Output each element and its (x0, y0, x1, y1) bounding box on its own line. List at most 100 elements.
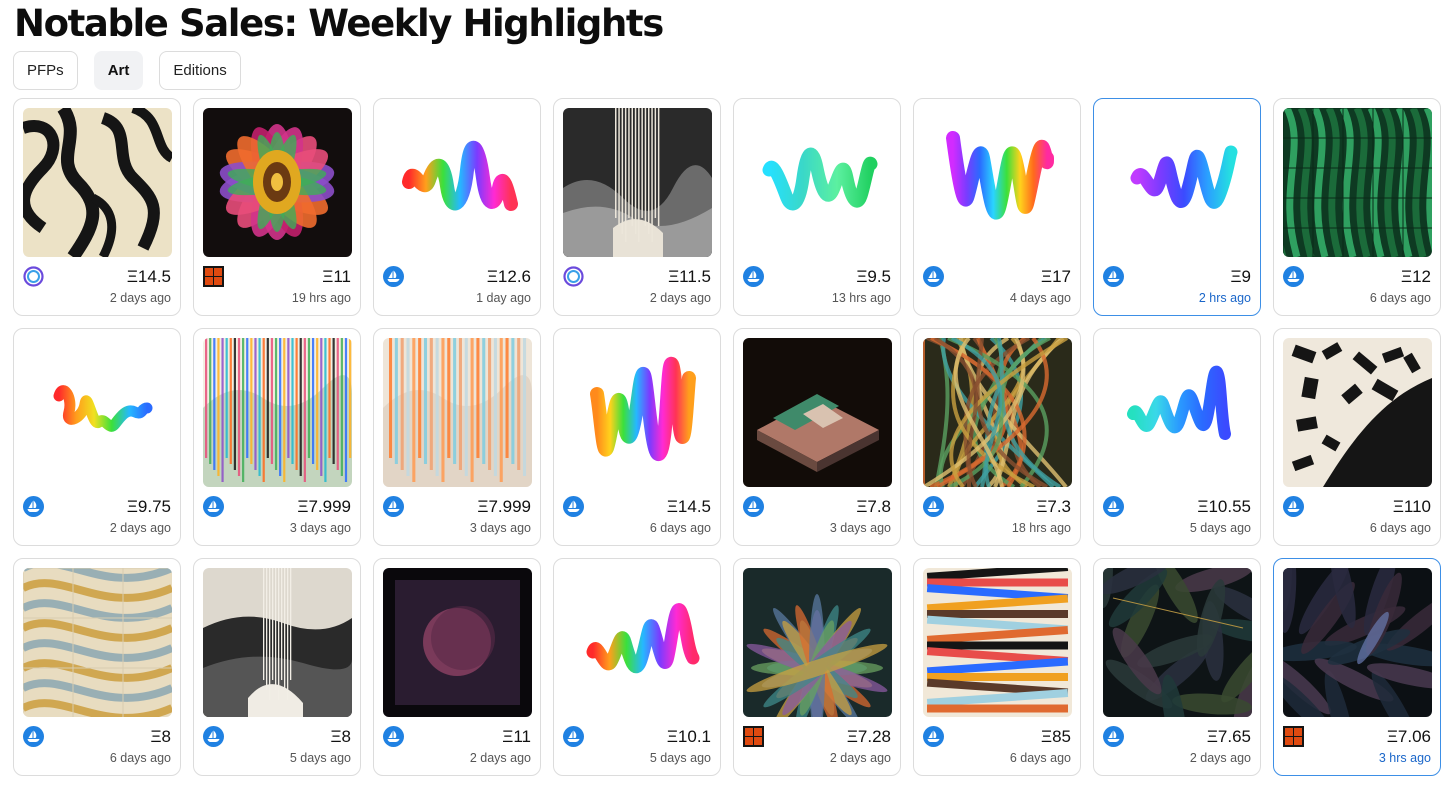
artwork-thumbnail[interactable] (563, 108, 712, 257)
sale-card[interactable]: Ξ9.5 13 hrs ago (733, 98, 901, 316)
sale-card[interactable]: Ξ7.999 3 days ago (193, 328, 361, 546)
blue-green-squiggle-image (1103, 338, 1252, 487)
sale-card[interactable]: Ξ10.1 5 days ago (553, 558, 721, 776)
artwork-thumbnail[interactable] (1103, 338, 1252, 487)
stacked-stripes-image (923, 568, 1072, 717)
artwork-thumbnail[interactable] (923, 108, 1072, 257)
tab-editions[interactable]: Editions (159, 51, 241, 90)
opensea-icon[interactable] (1103, 496, 1124, 517)
artwork-thumbnail[interactable] (383, 108, 532, 257)
artwork-thumbnail[interactable] (923, 338, 1072, 487)
opensea-icon[interactable] (23, 496, 44, 517)
pastel-vertical-lines-image (383, 338, 532, 487)
artwork-thumbnail[interactable] (563, 338, 712, 487)
fibrous-organic-image (923, 338, 1072, 487)
artwork-thumbnail[interactable] (203, 108, 352, 257)
opensea-icon[interactable] (563, 726, 584, 747)
sale-card[interactable]: Ξ14.5 6 days ago (553, 328, 721, 546)
artwork-thumbnail[interactable] (743, 338, 892, 487)
opensea-icon[interactable] (1283, 266, 1304, 287)
rainbow-squiggle-tall-image (923, 108, 1072, 257)
sale-card[interactable]: Ξ12.6 1 day ago (373, 98, 541, 316)
page-title: Notable Sales: Weekly Highlights (14, 2, 664, 45)
sale-price: Ξ9 (1230, 267, 1251, 286)
opensea-icon[interactable] (23, 726, 44, 747)
sale-card[interactable]: Ξ110 6 days ago (1273, 328, 1441, 546)
tab-art[interactable]: Art (93, 51, 144, 90)
sale-card[interactable]: Ξ7.06 3 hrs ago (1273, 558, 1441, 776)
opensea-icon[interactable] (383, 726, 404, 747)
opensea-icon[interactable] (743, 496, 764, 517)
opensea-icon[interactable] (203, 496, 224, 517)
artwork-thumbnail[interactable] (203, 568, 352, 717)
sale-card[interactable]: Ξ85 6 days ago (913, 558, 1081, 776)
opensea-icon[interactable] (1283, 496, 1304, 517)
sale-card[interactable]: Ξ7.65 2 days ago (1093, 558, 1261, 776)
artwork-thumbnail[interactable] (743, 108, 892, 257)
sale-price: Ξ14.5 (666, 497, 711, 516)
artwork-thumbnail[interactable] (383, 338, 532, 487)
sale-price: Ξ85 (1041, 727, 1071, 746)
opensea-icon[interactable] (923, 496, 944, 517)
sale-card[interactable]: Ξ7.3 18 hrs ago (913, 328, 1081, 546)
sale-price: Ξ11.5 (668, 267, 711, 286)
sale-card[interactable]: Ξ11 2 days ago (373, 558, 541, 776)
ring-icon[interactable] (23, 266, 44, 287)
opensea-icon[interactable] (383, 266, 404, 287)
sale-card[interactable]: Ξ10.55 5 days ago (1093, 328, 1261, 546)
sale-price: Ξ17 (1041, 267, 1071, 286)
sale-price: Ξ110 (1392, 497, 1431, 516)
opensea-icon[interactable] (563, 496, 584, 517)
sale-price: Ξ7.65 (1206, 727, 1251, 746)
artwork-thumbnail[interactable] (1103, 108, 1252, 257)
sale-card[interactable]: Ξ17 4 days ago (913, 98, 1081, 316)
opensea-icon[interactable] (1103, 726, 1124, 747)
opensea-icon[interactable] (1103, 266, 1124, 287)
sale-card[interactable]: Ξ7.28 2 days ago (733, 558, 901, 776)
isometric-terrain-image (743, 338, 892, 487)
orange-block-icon[interactable] (743, 726, 764, 747)
orange-block-icon[interactable] (1283, 726, 1304, 747)
artwork-thumbnail[interactable] (563, 568, 712, 717)
sale-card[interactable]: Ξ7.8 3 days ago (733, 328, 901, 546)
sale-price: Ξ14.5 (126, 267, 171, 286)
tropical-leaves-image (743, 568, 892, 717)
artwork-thumbnail[interactable] (23, 338, 172, 487)
sale-time: 5 days ago (1189, 521, 1251, 535)
rainbow-squiggle-3-image (563, 568, 712, 717)
artwork-thumbnail[interactable] (743, 568, 892, 717)
sale-price: Ξ11 (322, 267, 351, 286)
green-malachite-image (1283, 108, 1432, 257)
artwork-thumbnail[interactable] (203, 338, 352, 487)
sale-card[interactable]: Ξ8 6 days ago (13, 558, 181, 776)
sale-card[interactable]: Ξ14.5 2 days ago (13, 98, 181, 316)
sale-price: Ξ9.75 (126, 497, 171, 516)
artwork-thumbnail[interactable] (1103, 568, 1252, 717)
sale-time: 2 days ago (469, 751, 531, 765)
opensea-icon[interactable] (923, 266, 944, 287)
opensea-icon[interactable] (743, 266, 764, 287)
sale-card[interactable]: Ξ11.5 2 days ago (553, 98, 721, 316)
artwork-thumbnail[interactable] (1283, 338, 1432, 487)
opensea-icon[interactable] (923, 726, 944, 747)
sale-card[interactable]: Ξ8 5 days ago (193, 558, 361, 776)
sale-card[interactable]: Ξ9 2 hrs ago (1093, 98, 1261, 316)
sale-card[interactable]: Ξ11 19 hrs ago (193, 98, 361, 316)
artwork-thumbnail[interactable] (1283, 108, 1432, 257)
sale-price: Ξ7.3 (1036, 497, 1071, 516)
orange-block-icon[interactable] (203, 266, 224, 287)
artwork-thumbnail[interactable] (1283, 568, 1432, 717)
sale-card[interactable]: Ξ12 6 days ago (1273, 98, 1441, 316)
opensea-icon[interactable] (203, 726, 224, 747)
ring-icon[interactable] (563, 266, 584, 287)
artwork-thumbnail[interactable] (923, 568, 1072, 717)
sale-time: 2 days ago (109, 291, 171, 305)
artwork-thumbnail[interactable] (23, 108, 172, 257)
artwork-thumbnail[interactable] (23, 568, 172, 717)
sale-card[interactable]: Ξ9.75 2 days ago (13, 328, 181, 546)
sale-time: 2 days ago (109, 521, 171, 535)
sale-card[interactable]: Ξ7.999 3 days ago (373, 328, 541, 546)
artwork-thumbnail[interactable] (383, 568, 532, 717)
tab-pfps[interactable]: PFPs (13, 51, 78, 90)
opensea-icon[interactable] (383, 496, 404, 517)
